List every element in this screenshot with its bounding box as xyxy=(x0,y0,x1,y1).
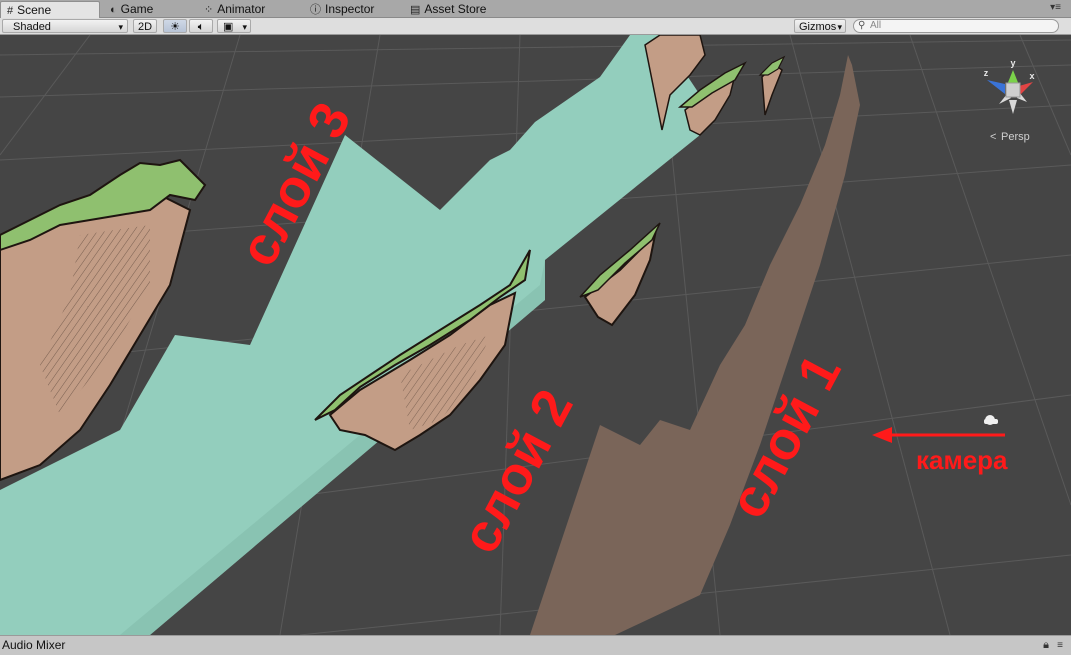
gizmo-y-label: y xyxy=(1010,58,1015,68)
scene-viewport[interactable]: y x z < Persp слой 3 слой 2 слой 1 камер… xyxy=(0,35,1071,635)
gizmos-dropdown[interactable]: Gizmos ▾ xyxy=(794,19,846,33)
lock-icon[interactable]: 🔒︎ xyxy=(1043,636,1049,655)
game-icon: ◐ xyxy=(110,4,117,16)
camera-label: камера xyxy=(916,445,1008,475)
image-icon: ▣ xyxy=(223,21,234,33)
editor-tab-bar: # Scene ◐ Game ⁘ Animator ⓘ Inspector ▤ Asset… xyxy=(0,0,1071,18)
scene-effects-dropdown[interactable]: ▣ ▾ xyxy=(217,19,251,33)
audio-mixer-tab-bar: Audio Mixer 🔒︎ ≡ xyxy=(0,635,1071,655)
panel-menu-icon[interactable]: ≡ xyxy=(1057,636,1063,655)
2d-toggle-button[interactable]: 2D xyxy=(133,19,157,33)
draw-mode-dropdown[interactable]: Shaded ▾ xyxy=(2,19,128,33)
tab-game-label: Game xyxy=(120,2,154,16)
grid-icon: # xyxy=(7,5,14,17)
audio-mixer-tab[interactable]: Audio Mixer xyxy=(0,638,65,652)
tab-scene-label: Scene xyxy=(17,3,52,17)
gizmo-z-label: z xyxy=(984,68,989,78)
speaker-icon: 🔈︎ xyxy=(197,21,205,33)
animator-icon: ⁘ xyxy=(204,4,214,16)
2d-toggle-label: 2D xyxy=(137,21,153,33)
chevron-down-icon: ▾ xyxy=(242,22,247,32)
tab-inspector-label: Inspector xyxy=(325,2,375,16)
draw-mode-label: Shaded xyxy=(13,21,51,33)
scene-toolbar: Shaded ▾ 2D ☀ 🔈︎ ▣ ▾ Gizmos ▾ ⚲ All xyxy=(0,18,1071,35)
store-icon: ▤ xyxy=(410,4,421,16)
sun-icon: ☀ xyxy=(170,21,180,33)
chevron-down-icon: ▾ xyxy=(118,22,123,32)
scene-search-input[interactable]: ⚲ All xyxy=(853,19,1059,33)
tab-asset-store[interactable]: ▤ Asset Store xyxy=(404,1,514,18)
tab-inspector[interactable]: ⓘ Inspector xyxy=(304,1,400,18)
tab-game[interactable]: ◐ Game xyxy=(104,1,194,18)
scene-canvas: y x z < Persp слой 3 слой 2 слой 1 камер… xyxy=(0,35,1071,635)
scene-audio-button[interactable]: 🔈︎ xyxy=(189,19,213,33)
gizmos-label: Gizmos xyxy=(799,21,837,33)
projection-label[interactable]: Persp xyxy=(1001,131,1030,143)
tab-animator-label: Animator xyxy=(217,2,266,16)
scene-lighting-button[interactable]: ☀ xyxy=(163,19,187,33)
info-icon: ⓘ xyxy=(310,4,321,16)
search-placeholder: All xyxy=(870,20,882,31)
tab-context-menu-icon[interactable]: ▾≡ xyxy=(1050,2,1061,13)
tab-asset-store-label: Asset Store xyxy=(424,2,487,16)
search-icon: ⚲ xyxy=(858,20,866,31)
gizmo-x-label: x xyxy=(1029,71,1034,81)
tab-scene[interactable]: # Scene xyxy=(0,1,100,18)
projection-persp-icon: < xyxy=(990,131,996,143)
tab-animator[interactable]: ⁘ Animator xyxy=(198,1,298,18)
chevron-down-icon: ▾ xyxy=(837,22,842,32)
